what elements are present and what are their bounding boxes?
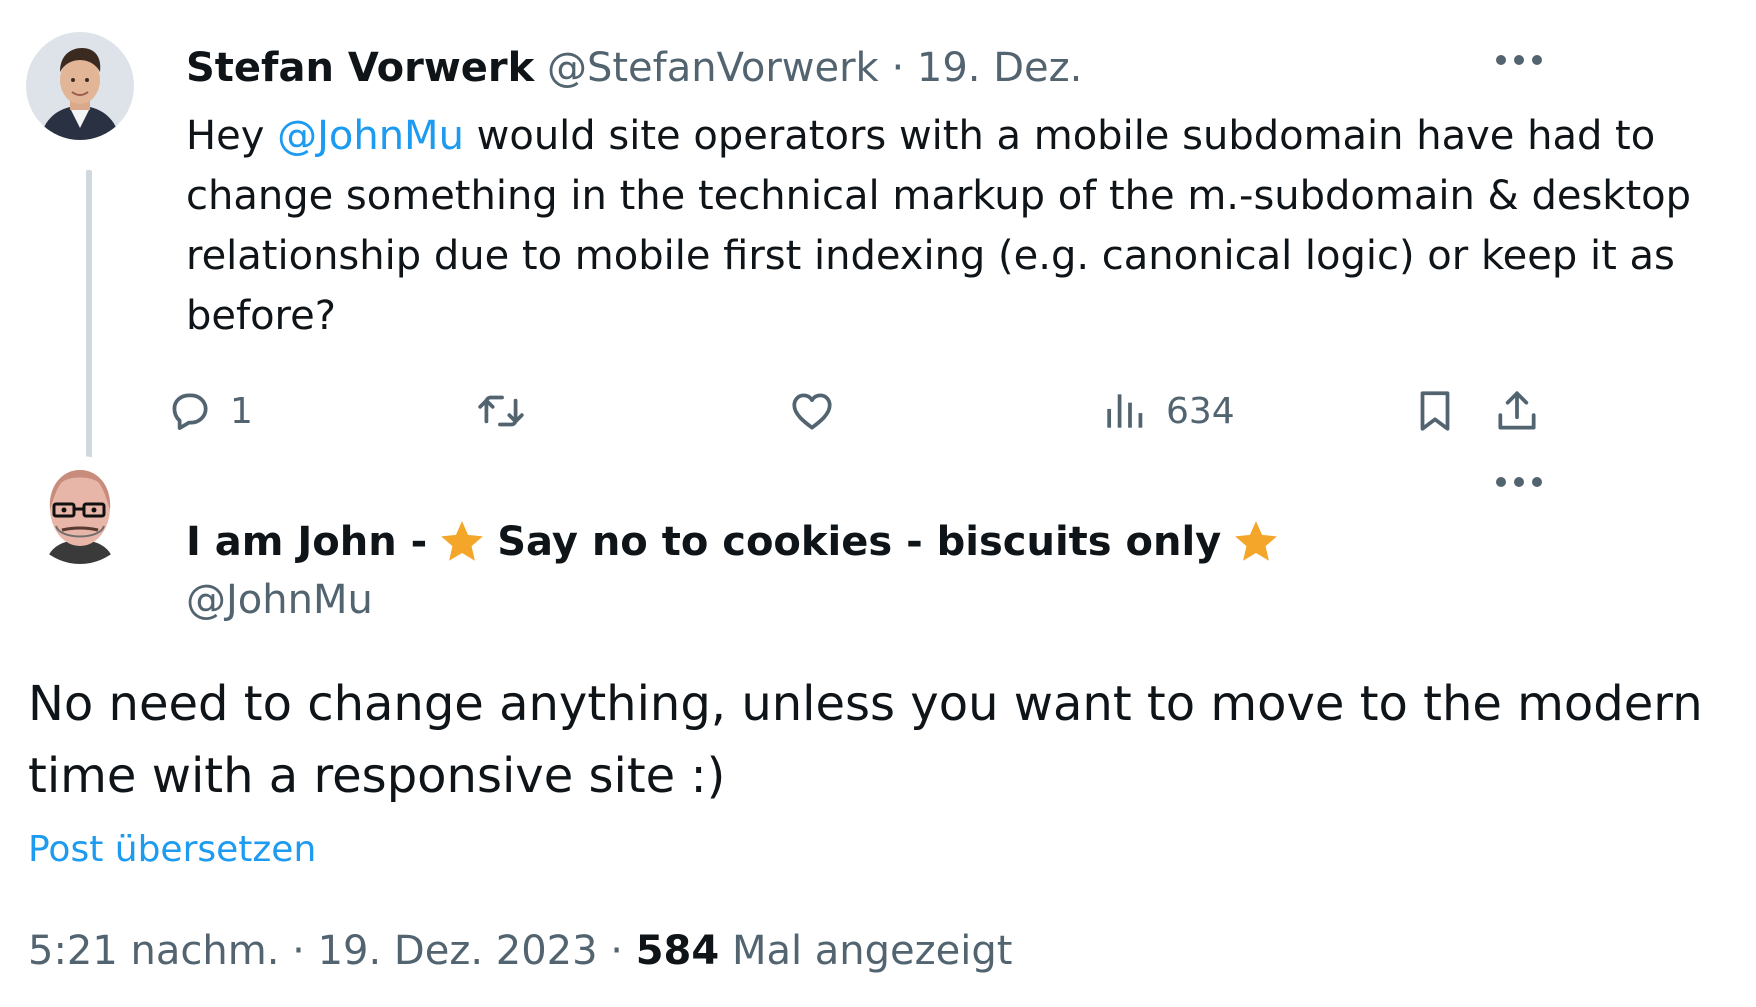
tweet-text: Hey @JohnMu would site operators with a … xyxy=(186,106,1726,346)
reply-text-line-1: No need to change anything, unless you w… xyxy=(28,676,1703,732)
text-line-1-rest: would site operators with a mobile subdo… xyxy=(463,113,1656,159)
star-icon xyxy=(437,517,487,567)
reply-author-name[interactable]: I am John - Say no to cookies - biscuits… xyxy=(186,516,1291,568)
reply-button[interactable]: 1 xyxy=(164,386,253,436)
bar-chart-icon xyxy=(1107,394,1143,428)
reply-author-name-part-1: I am John - xyxy=(186,519,428,565)
tweet-header: Stefan Vorwerk @StefanVorwerk · 19. Dez. xyxy=(186,42,1082,94)
reply-author-handle[interactable]: @JohnMu xyxy=(186,574,373,626)
tweet-text-line-3: relationship due to mobile first indexin… xyxy=(186,233,1675,279)
author-name[interactable]: Stefan Vorwerk xyxy=(186,45,534,91)
tweet-text-line-1: Hey @JohnMu would site operators with a … xyxy=(186,106,1726,166)
reply-text: No need to change anything, unless you w… xyxy=(28,668,1728,812)
bookmark-button[interactable] xyxy=(1410,386,1460,436)
more-options-icon[interactable] xyxy=(1496,50,1542,70)
thread-connector-line xyxy=(86,170,92,496)
tweet-text-line-2: change something in the technical markup… xyxy=(186,173,1691,219)
views-count-total: 584 xyxy=(635,928,720,974)
share-button[interactable] xyxy=(1492,386,1542,436)
tweet-time[interactable]: 5:21 nachm. xyxy=(28,928,279,974)
reply-author-name-part-2: Say no to cookies - biscuits only xyxy=(497,519,1222,565)
tweet-date[interactable]: 19. Dez. xyxy=(917,45,1082,91)
translate-post-link[interactable]: Post übersetzen xyxy=(28,826,316,874)
mention-link[interactable]: @JohnMu xyxy=(277,113,464,159)
star-icon xyxy=(1231,517,1281,567)
views-label: Mal angezeigt xyxy=(731,928,1013,974)
avatar-john-mu[interactable] xyxy=(26,456,134,564)
separator-dot: · xyxy=(292,928,305,974)
tweet-full-date[interactable]: 19. Dez. 2023 xyxy=(318,928,598,974)
reply-text-line-2: time with a responsive site :) xyxy=(28,748,726,804)
views-count: 634 xyxy=(1166,390,1235,432)
author-handle[interactable]: @StefanVorwerk xyxy=(547,45,879,91)
tweet-meta: 5:21 nachm. · 19. Dez. 2023 · 584 Mal an… xyxy=(28,925,1012,977)
heart-icon xyxy=(792,393,832,430)
reply-bubble-icon xyxy=(172,393,208,430)
bookmark-icon xyxy=(1420,391,1450,431)
reply-count: 1 xyxy=(230,390,253,432)
more-options-icon[interactable] xyxy=(1496,472,1542,492)
retweet-button[interactable] xyxy=(476,386,526,436)
separator-dot: · xyxy=(891,45,905,91)
views-button[interactable]: 634 xyxy=(1100,386,1235,436)
separator-dot: · xyxy=(610,928,623,974)
avatar-stefan-vorwerk[interactable] xyxy=(26,32,134,140)
share-icon xyxy=(1498,391,1536,430)
text-prefix: Hey xyxy=(186,113,278,159)
tweet-text-line-4: before? xyxy=(186,293,336,339)
retweet-icon xyxy=(478,395,524,427)
like-button[interactable] xyxy=(787,386,837,436)
